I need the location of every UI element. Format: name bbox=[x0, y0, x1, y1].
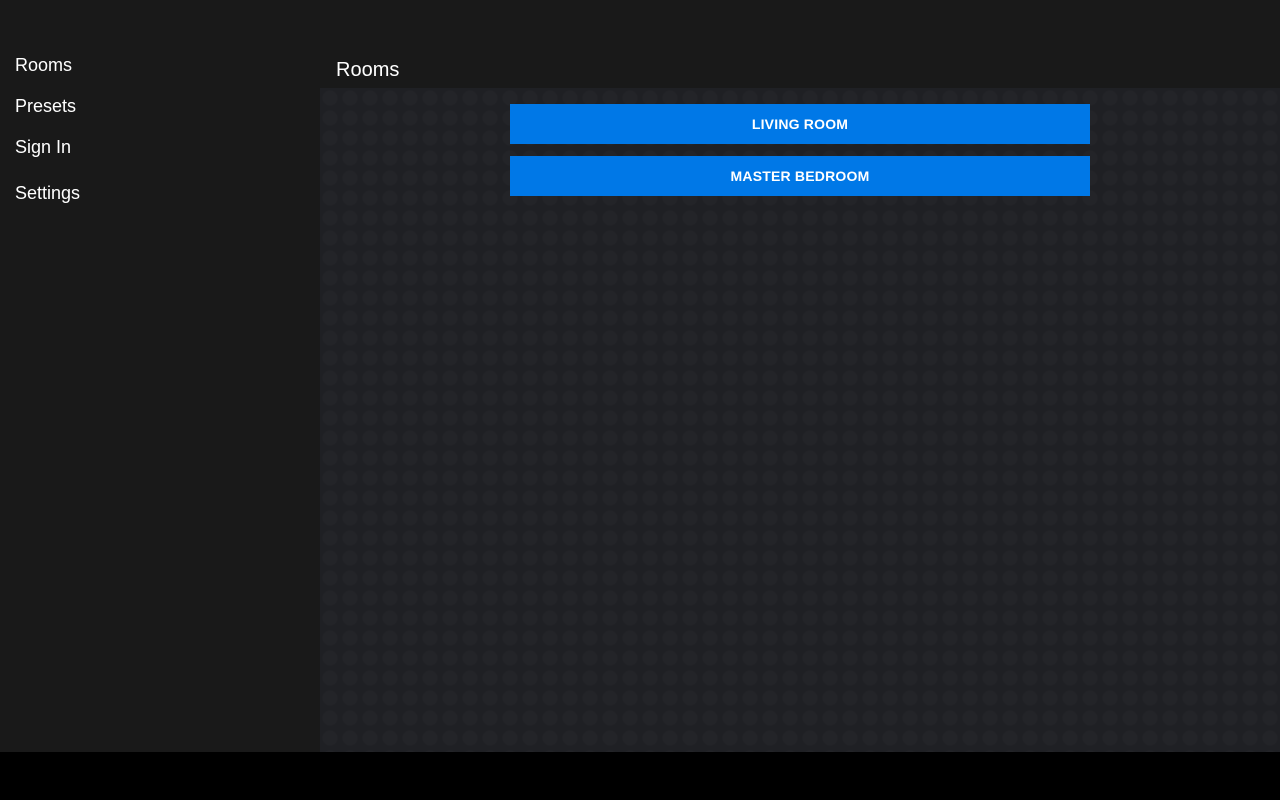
nav-list: Rooms Presets Sign In Settings bbox=[0, 45, 320, 214]
page-title: Rooms bbox=[336, 59, 400, 82]
nav-item-settings[interactable]: Settings bbox=[0, 173, 320, 214]
room-button-living-room[interactable]: LIVING ROOM bbox=[510, 104, 1090, 144]
navigation-drawer: Rooms Presets Sign In Settings bbox=[0, 0, 320, 752]
room-list: LIVING ROOM MASTER BEDROOM bbox=[510, 104, 1090, 208]
nav-item-sign-in[interactable]: Sign In bbox=[0, 127, 320, 168]
room-button-master-bedroom[interactable]: MASTER BEDROOM bbox=[510, 156, 1090, 196]
main-panel: Rooms LIVING ROOM MASTER BEDROOM bbox=[320, 0, 1280, 752]
nav-item-rooms[interactable]: Rooms bbox=[0, 45, 320, 86]
app-window: Rooms Presets Sign In Settings Rooms LIV… bbox=[0, 0, 1280, 752]
nav-item-presets[interactable]: Presets bbox=[0, 86, 320, 127]
system-navigation-bar bbox=[0, 752, 1280, 800]
app-bar: Rooms bbox=[320, 0, 1280, 88]
rooms-content: LIVING ROOM MASTER BEDROOM bbox=[320, 88, 1280, 752]
